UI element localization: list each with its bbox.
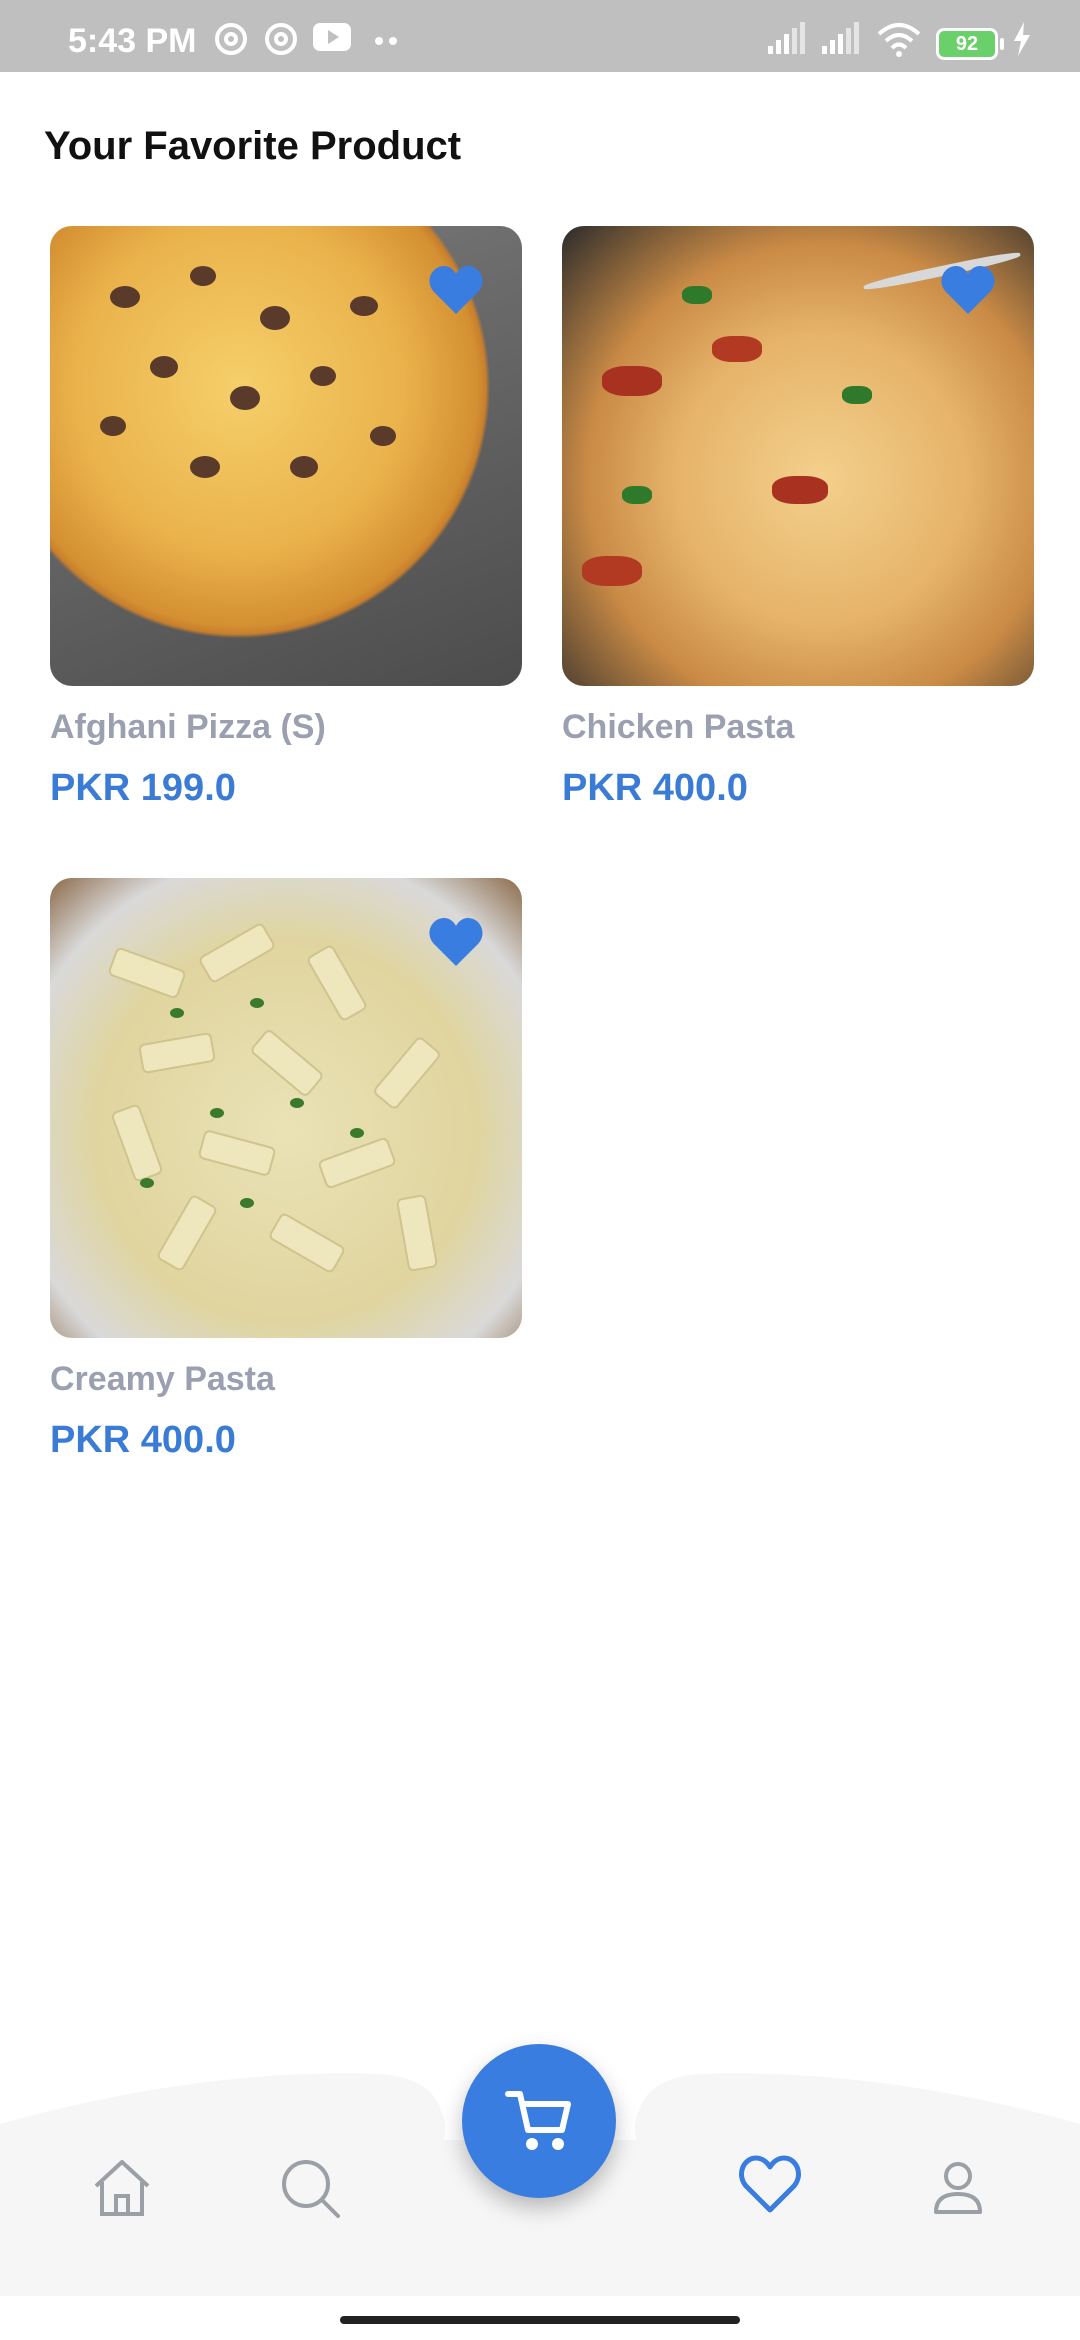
status-bar: 5:43 PM 92 [0,0,1080,72]
product-card[interactable]: Afghani Pizza (S) PKR 199.0 [50,226,522,810]
at-sign-icon [215,23,247,55]
search-icon[interactable] [278,2156,342,2220]
youtube-icon [313,23,351,51]
product-price: PKR 400.0 [50,1419,236,1461]
home-icon[interactable] [90,2156,154,2220]
battery-icon: 92 [936,28,998,60]
product-name[interactable]: Creamy Pasta [50,1360,522,1399]
product-name[interactable]: Chicken Pasta [562,708,1034,747]
profile-icon[interactable] [926,2156,990,2220]
cart-button[interactable] [462,2044,616,2198]
product-image[interactable] [50,226,522,686]
status-time: 5:43 PM [68,22,197,60]
favorite-heart-icon[interactable] [428,916,484,968]
at-sign-icon [265,23,297,55]
home-indicator[interactable] [340,2316,740,2324]
page-title: Your Favorite Product [44,124,462,168]
more-dots-icon [375,37,397,45]
cart-icon [505,2091,571,2150]
signal-icon [768,22,805,54]
favorite-heart-icon[interactable] [428,264,484,316]
battery-tip [1000,38,1004,50]
product-card[interactable]: Chicken Pasta PKR 400.0 [562,226,1034,810]
charging-bolt-icon [1014,22,1030,56]
product-image[interactable] [50,878,522,1338]
favorite-heart-icon[interactable] [940,264,996,316]
signal-icon [822,22,859,54]
product-card[interactable]: Creamy Pasta PKR 400.0 [50,878,522,1462]
product-price: PKR 400.0 [562,767,748,809]
product-price: PKR 199.0 [50,767,236,809]
product-image[interactable] [562,226,1034,686]
battery-level: 92 [955,33,979,55]
wifi-icon [877,23,921,57]
product-name[interactable]: Afghani Pizza (S) [50,708,522,747]
heart-icon[interactable] [738,2152,802,2216]
